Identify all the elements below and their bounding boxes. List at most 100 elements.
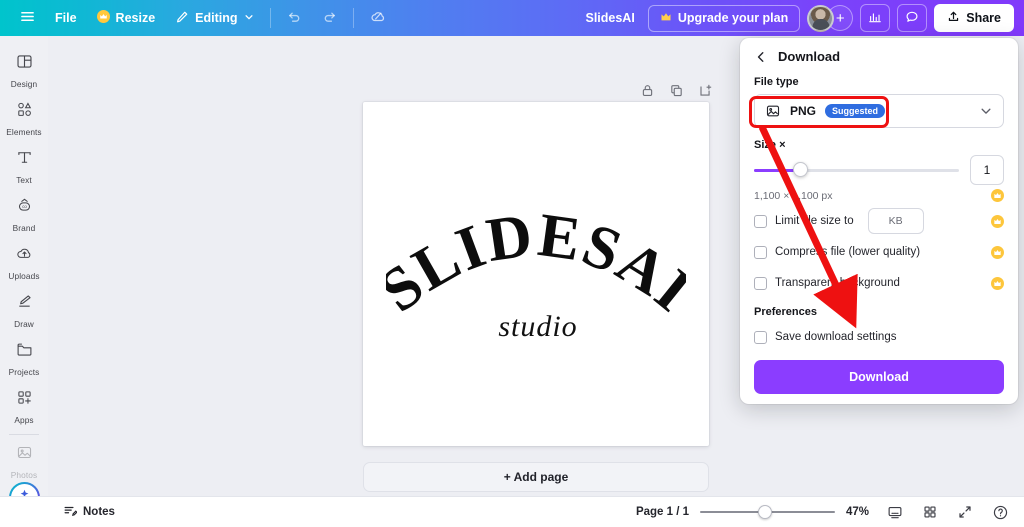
sidebar-item-uploads[interactable]: Uploads [1, 238, 47, 286]
sidebar-item-elements[interactable]: Elements [1, 94, 47, 142]
page-toolbar [635, 78, 717, 102]
size-multiplier-input[interactable]: 1 [970, 155, 1004, 185]
cloud-sync-button[interactable] [360, 3, 397, 33]
option-limit-file-size[interactable]: Limit file size to KB [754, 208, 1004, 234]
sidebar-item-apps[interactable]: Apps [1, 382, 47, 430]
add-page-button[interactable]: + Add page [363, 462, 709, 492]
option-save-download-settings[interactable]: Save download settings [754, 325, 1004, 349]
brand-stamp-icon: co [15, 196, 34, 220]
option-label: Compress file (lower quality) [775, 246, 921, 258]
apps-grid-icon [15, 388, 34, 412]
top-toolbar: File Resize Editing SlidesAI Upgrade you… [0, 0, 1024, 36]
download-panel-body: File type PNG Suggested Size × 1 1,100 ×… [740, 73, 1018, 349]
sidebar-item-text[interactable]: Text [1, 142, 47, 190]
download-panel: Download File type PNG Suggested Size × [740, 38, 1018, 404]
avatar[interactable] [807, 4, 835, 32]
hamburger-menu-button[interactable] [10, 4, 45, 32]
option-label: Limit file size to [775, 215, 854, 227]
insights-button[interactable] [860, 4, 891, 32]
notes-icon [63, 504, 78, 521]
expand-icon[interactable] [953, 500, 977, 524]
layout-panels-icon [15, 52, 34, 76]
crown-icon [660, 11, 672, 26]
limit-file-size-checkbox[interactable] [754, 214, 767, 228]
transparent-background-checkbox[interactable] [754, 276, 767, 290]
size-pixels-info: 1,100 × 1,100 px [754, 190, 833, 202]
file-menu-label: File [55, 11, 77, 25]
file-menu-button[interactable]: File [45, 6, 87, 30]
sidebar-item-label: Brand [12, 223, 36, 233]
sidebar-item-draw[interactable]: Draw [1, 286, 47, 334]
grid-view-icon[interactable] [918, 500, 942, 524]
pro-crown-icon [991, 189, 1004, 202]
sidebar-item-label: Apps [14, 415, 34, 425]
pro-crown-icon [991, 245, 1004, 259]
svg-text:co: co [22, 204, 27, 209]
option-label: Save download settings [775, 331, 897, 343]
logo-subtitle: studio [498, 310, 577, 343]
chevron-left-icon[interactable] [754, 50, 768, 64]
comments-button[interactable] [897, 4, 928, 32]
notes-button[interactable]: Notes [56, 500, 122, 525]
option-compress-file[interactable]: Compress file (lower quality) [754, 240, 1004, 264]
add-page-icon[interactable] [693, 78, 717, 102]
lock-icon[interactable] [635, 78, 659, 102]
upgrade-plan-label: Upgrade your plan [677, 11, 789, 25]
page-indicator: Page 1 / 1 [635, 506, 689, 518]
save-settings-checkbox[interactable] [754, 330, 767, 344]
editing-mode-button[interactable]: Editing [165, 5, 263, 32]
duplicate-page-icon[interactable] [664, 78, 688, 102]
file-type-select[interactable]: PNG Suggested [754, 94, 1004, 128]
download-button-label: Download [849, 370, 909, 384]
resize-button[interactable]: Resize [87, 5, 166, 31]
sidebar-item-label: Photos [10, 470, 38, 480]
photo-icon [15, 443, 34, 467]
toolbar-divider-2 [352, 8, 354, 28]
pen-icon [15, 292, 34, 316]
text-t-icon [15, 148, 34, 172]
share-button[interactable]: Share [934, 4, 1014, 32]
shapes-icon [15, 100, 34, 124]
bar-chart-icon [868, 10, 882, 27]
redo-button[interactable] [312, 4, 347, 32]
document-title[interactable]: SlidesAI [579, 11, 640, 25]
pro-crown-icon [991, 214, 1004, 228]
option-label: Transparent background [775, 277, 900, 289]
sidebar-item-photos[interactable]: Photos [1, 437, 47, 485]
zoom-slider[interactable] [700, 505, 835, 519]
compress-file-checkbox[interactable] [754, 245, 767, 259]
notes-label: Notes [83, 506, 115, 518]
pencil-icon [175, 10, 189, 27]
download-button[interactable]: Download [754, 360, 1004, 394]
pro-crown-icon [991, 276, 1004, 290]
file-size-kb-input[interactable]: KB [867, 208, 924, 234]
svg-text:SLIDESAI: SLIDESAI [386, 201, 686, 326]
canva-editor-window: File Resize Editing SlidesAI Upgrade you… [0, 0, 1024, 527]
share-label: Share [966, 11, 1001, 25]
size-slider-thumb[interactable] [792, 162, 808, 177]
help-circle-icon[interactable] [988, 500, 1012, 524]
undo-button[interactable] [277, 4, 312, 32]
redo-icon [322, 9, 337, 27]
toolbar-divider [269, 8, 271, 28]
resize-label: Resize [115, 11, 156, 25]
size-slider[interactable] [754, 162, 959, 178]
present-icon[interactable] [883, 500, 907, 524]
sidebar-item-label: Uploads [8, 271, 40, 281]
option-transparent-background[interactable]: Transparent background [754, 271, 1004, 295]
sidebar-item-label: Elements [6, 127, 42, 137]
sidebar-divider [9, 434, 39, 435]
chevron-down-icon[interactable] [979, 104, 993, 118]
sidebar-item-brand[interactable]: co Brand [1, 190, 47, 238]
sidebar-item-label: Draw [14, 319, 34, 329]
upgrade-plan-button[interactable]: Upgrade your plan [647, 4, 801, 32]
design-page-canvas[interactable]: SLIDESAI studio [363, 102, 709, 446]
zoom-slider-thumb[interactable] [758, 505, 772, 519]
preferences-label: Preferences [754, 306, 817, 318]
sidebar-item-design[interactable]: Design [1, 46, 47, 94]
crown-icon [96, 10, 110, 26]
comment-bubble-icon [905, 10, 919, 27]
sidebar-item-projects[interactable]: Projects [1, 334, 47, 382]
add-page-label: + Add page [503, 470, 569, 484]
cloud-upload-icon [15, 244, 34, 268]
